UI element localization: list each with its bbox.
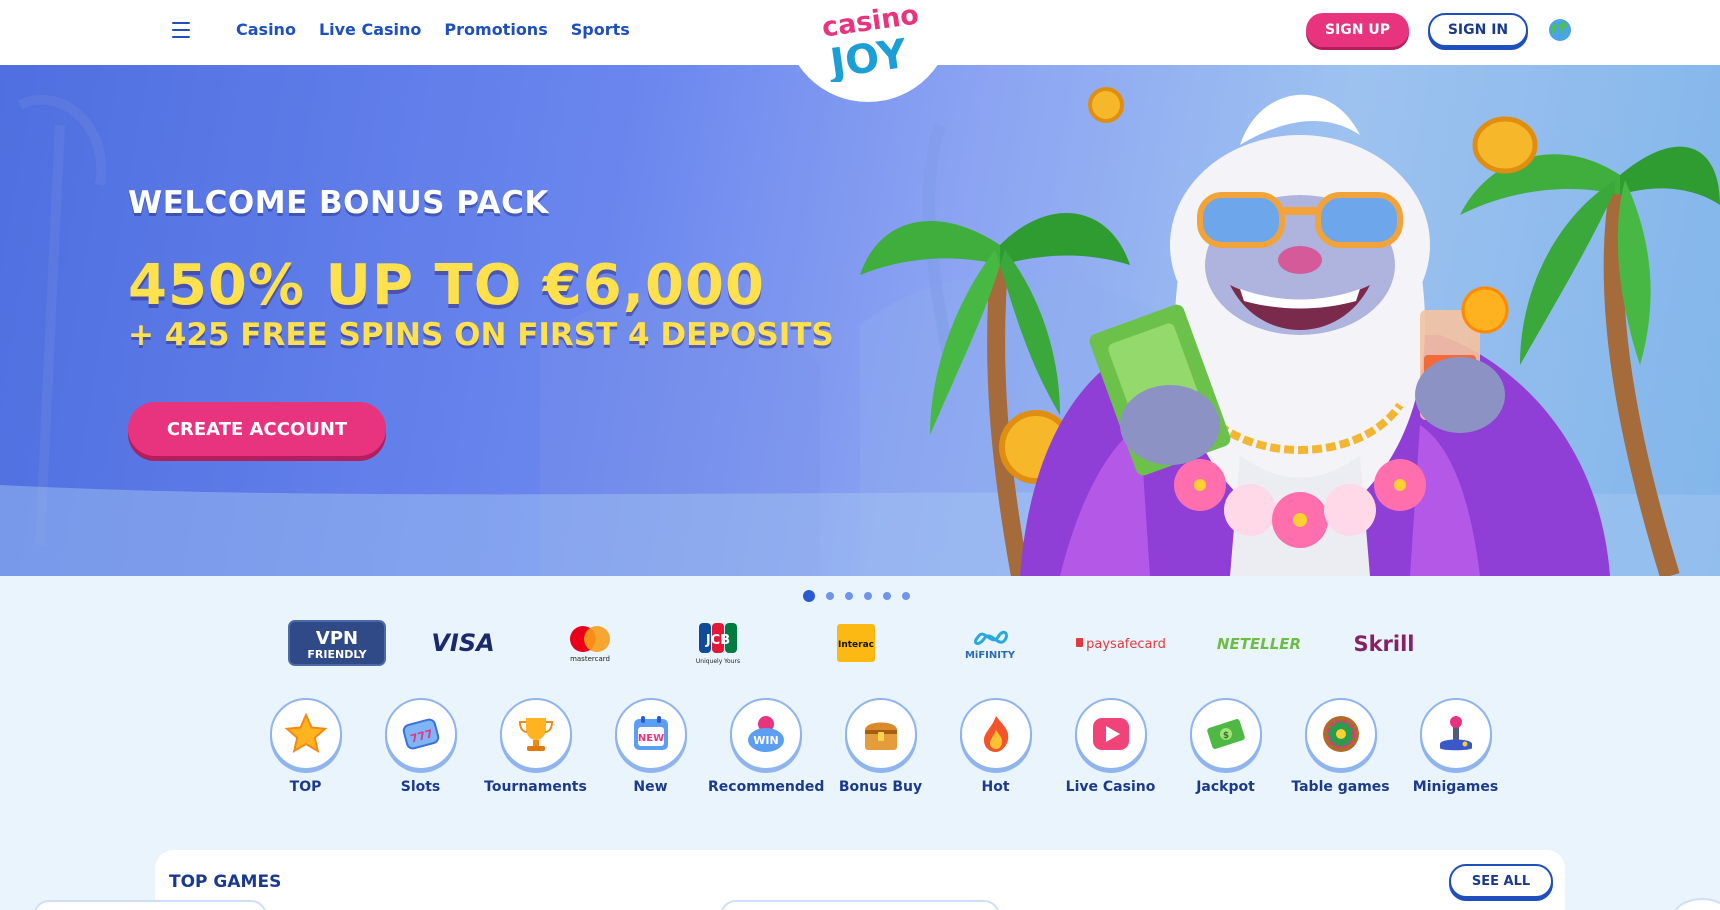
category-label: Minigames xyxy=(1412,779,1499,795)
play-icon xyxy=(1092,718,1129,750)
nav-promotions[interactable]: Promotions xyxy=(444,20,547,39)
new-calendar-icon: NEW xyxy=(633,716,668,750)
nav-sports[interactable]: Sports xyxy=(571,20,630,39)
svg-text:JCB: JCB xyxy=(705,633,730,648)
category-table-games[interactable]: Table games xyxy=(1283,698,1398,795)
treasure-chest-icon xyxy=(864,722,897,750)
vpn-friendly-logo: VPN FRIENDLY xyxy=(288,618,386,668)
category-label: Hot xyxy=(981,779,1010,795)
casino-joy-logo[interactable]: casino JOY xyxy=(811,2,931,82)
jcb-logo: JCB Uniquely Yours xyxy=(688,618,748,668)
carousel-dot-3[interactable] xyxy=(845,592,853,600)
category-label: Jackpot xyxy=(1196,779,1255,795)
sign-up-button[interactable]: SIGN UP xyxy=(1306,13,1409,47)
category-label: Recommended xyxy=(708,779,825,795)
category-label: TOP xyxy=(289,779,322,795)
svg-text:VPN: VPN xyxy=(316,628,358,649)
hero-bonus-amount: 450% UP TO €6,000 xyxy=(128,253,765,318)
category-recommended[interactable]: WIN Recommended xyxy=(708,698,825,795)
svg-text:$: $ xyxy=(1222,731,1228,741)
svg-text:mastercard: mastercard xyxy=(570,655,610,663)
category-label: Table games xyxy=(1291,779,1390,795)
top-games-title: TOP GAMES xyxy=(169,872,282,892)
carousel-dot-1[interactable] xyxy=(803,590,815,602)
nav-live-casino[interactable]: Live Casino xyxy=(319,20,421,39)
create-account-button[interactable]: CREATE ACCOUNT xyxy=(128,402,386,456)
payment-methods: VPN FRIENDLY VISA mastercard JCB Uniquel… xyxy=(282,618,1418,668)
neteller-logo: NETELLER xyxy=(1214,618,1304,668)
nav-casino[interactable]: Casino xyxy=(236,20,296,39)
svg-text:VISA: VISA xyxy=(431,629,494,657)
category-hot[interactable]: Hot xyxy=(938,698,1053,795)
visa-logo: VISA xyxy=(428,618,498,668)
category-slots[interactable]: 777 Slots xyxy=(363,698,478,795)
interac-logo: Interac xyxy=(836,618,876,668)
chat-widget-stub[interactable] xyxy=(33,900,267,910)
flame-icon xyxy=(983,716,1008,752)
category-label: New xyxy=(633,779,668,795)
category-label: Bonus Buy xyxy=(838,779,923,795)
slot-ticket-icon: 777 xyxy=(402,718,439,750)
svg-text:MiFINITY: MiFINITY xyxy=(965,650,1016,661)
carousel-dot-5[interactable] xyxy=(883,592,891,600)
category-label: Live Casino xyxy=(1065,779,1156,795)
skrill-logo: Skrill xyxy=(1346,618,1422,668)
svg-text:WIN: WIN xyxy=(753,734,778,747)
category-jackpot[interactable]: $ Jackpot xyxy=(1168,698,1283,795)
scroll-next-button[interactable] xyxy=(1672,898,1720,910)
globe-icon[interactable] xyxy=(1548,18,1572,42)
svg-text:paysafecard: paysafecard xyxy=(1086,637,1166,652)
svg-text:FRIENDLY: FRIENDLY xyxy=(307,648,367,661)
category-minigames[interactable]: Minigames xyxy=(1398,698,1513,795)
hamburger-menu-icon[interactable] xyxy=(172,22,190,38)
carousel-dot-6[interactable] xyxy=(902,592,910,600)
carousel-dot-4[interactable] xyxy=(864,592,872,600)
svg-text:Uniquely Yours: Uniquely Yours xyxy=(696,658,740,665)
category-new[interactable]: NEW New xyxy=(593,698,708,795)
main-nav: Casino Live Casino Promotions Sports xyxy=(236,20,630,39)
svg-text:NEW: NEW xyxy=(637,733,663,744)
sign-in-button[interactable]: SIGN IN xyxy=(1428,13,1528,47)
game-categories: TOP 777 Slots Tournaments NEW New WIN Re… xyxy=(248,698,1498,798)
mifinity-logo: MiFINITY xyxy=(960,618,1020,668)
category-bonus-buy[interactable]: Bonus Buy xyxy=(823,698,938,795)
category-tournaments[interactable]: Tournaments xyxy=(478,698,593,795)
svg-text:NETELLER: NETELLER xyxy=(1217,635,1301,653)
svg-text:Interac: Interac xyxy=(838,640,874,650)
svg-text:Skrill: Skrill xyxy=(1353,632,1414,656)
game-card-stub[interactable] xyxy=(720,900,1000,910)
star-icon xyxy=(284,712,327,754)
category-label: Tournaments xyxy=(484,779,587,795)
joystick-icon xyxy=(1439,716,1472,751)
hero-banner[interactable]: WELCOME BONUS PACK 450% UP TO €6,000 + 4… xyxy=(0,65,1720,576)
carousel-dots xyxy=(803,590,910,602)
category-live-casino[interactable]: Live Casino xyxy=(1053,698,1168,795)
category-top[interactable]: TOP xyxy=(248,698,363,795)
category-label: Slots xyxy=(400,779,441,795)
money-icon: $ xyxy=(1206,719,1245,749)
hero-title: WELCOME BONUS PACK xyxy=(128,185,549,221)
carousel-dot-2[interactable] xyxy=(826,592,834,600)
see-all-button[interactable]: SEE ALL xyxy=(1449,864,1553,898)
mastercard-logo: mastercard xyxy=(560,618,620,668)
paysafecard-logo: paysafecard xyxy=(1074,618,1170,668)
trophy-icon xyxy=(518,718,553,751)
win-button-icon: WIN xyxy=(747,716,784,752)
hero-free-spins: + 425 FREE SPINS ON FIRST 4 DEPOSITS xyxy=(128,317,834,353)
roulette-icon xyxy=(1322,716,1359,752)
